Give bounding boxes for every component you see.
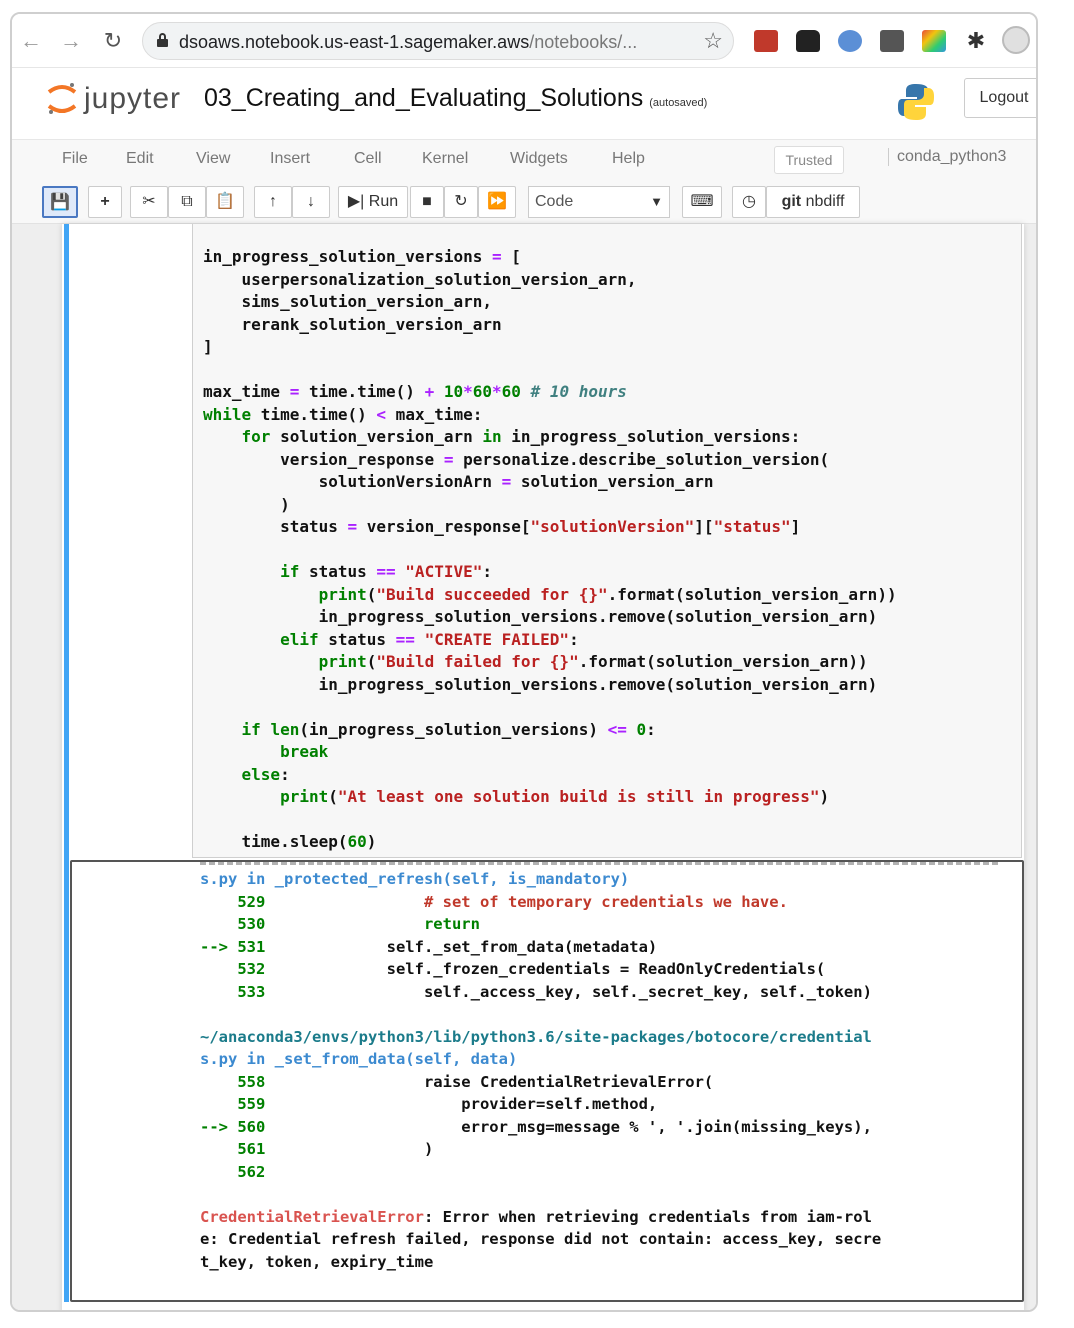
- menu-view[interactable]: View: [196, 150, 230, 168]
- traceback-line: 529 # set of temporary credentials we ha…: [237, 892, 788, 911]
- forward-arrow-icon[interactable]: →: [58, 28, 84, 54]
- bookmark-star-icon[interactable]: ☆: [703, 28, 723, 54]
- traceback-line: 532 self._frozen_credentials = ReadOnlyC…: [237, 960, 826, 978]
- traceback-line: --> 560 error_msg=message % ', '.join(mi…: [200, 1117, 872, 1136]
- menu-kernel[interactable]: Kernel: [422, 150, 468, 168]
- logout-button[interactable]: Logout: [964, 78, 1036, 118]
- traceback-line: s.py in _protected_refresh(self, is_mand…: [200, 870, 630, 888]
- code-line: max_time = time.time() + 10*60*60 # 10 h…: [203, 382, 627, 401]
- code-line: print("Build succeeded for {}".format(so…: [318, 584, 897, 604]
- code-line: if status == "ACTIVE":: [280, 562, 492, 581]
- copy-icon[interactable]: ⧉: [168, 186, 206, 218]
- traceback-line: 559 provider=self.method,: [237, 1095, 658, 1113]
- browser-window: ← → ↻ dsoaws.notebook.us-east-1.sagemake…: [10, 12, 1038, 1312]
- back-arrow-icon[interactable]: ←: [18, 28, 44, 54]
- code-line: version_response = personalize.describe_…: [203, 449, 830, 469]
- trusted-indicator[interactable]: Trusted: [774, 146, 844, 174]
- extension-color-icon[interactable]: [922, 30, 946, 52]
- code-line: for solution_version_arn in in_progress_…: [241, 427, 801, 446]
- traceback-line: ~/anaconda3/envs/python3/lib/python3.6/s…: [200, 1027, 872, 1046]
- traceback-line: 562: [237, 1162, 266, 1181]
- menu-widgets[interactable]: Widgets: [510, 150, 568, 168]
- selected-cell-indicator: [64, 224, 69, 1302]
- code-line: sims_solution_version_arn,: [203, 292, 492, 311]
- traceback-line: --> 531 self._set_from_data(metadata): [200, 937, 658, 956]
- code-line: in_progress_solution_versions.remove(sol…: [203, 607, 878, 626]
- move-up-icon[interactable]: ↑: [254, 186, 292, 218]
- traceback-line: s.py in _set_from_data(self, data): [200, 1050, 518, 1068]
- notebook-title[interactable]: 03_Creating_and_Evaluating_Solutions (aut…: [204, 84, 707, 113]
- reload-icon[interactable]: ↻: [100, 28, 126, 54]
- browser-toolbar: ← → ↻ dsoaws.notebook.us-east-1.sagemake…: [12, 14, 1036, 68]
- code-line: time.sleep(60): [203, 832, 377, 851]
- traceback-line: 558 raise CredentialRetrievalError(: [237, 1072, 714, 1091]
- keyboard-icon[interactable]: ⌨: [682, 186, 722, 218]
- code-line: if len(in_progress_solution_versions) <=…: [241, 719, 656, 739]
- python-logo-icon: [898, 84, 934, 120]
- nbdiff-label: nbdiff: [805, 193, 845, 210]
- code-line: status = version_response["solutionVersi…: [203, 517, 801, 536]
- save-icon[interactable]: 💾: [42, 186, 78, 218]
- extension-ghost-icon[interactable]: [796, 30, 820, 52]
- code-cell-input[interactable]: in_progress_solution_versions = [ userpe…: [192, 224, 1022, 858]
- jupyter-header: jupyter 03_Creating_and_Evaluating_Solut…: [12, 68, 1036, 140]
- run-label: Run: [368, 193, 399, 210]
- code-line: while time.time() < max_time:: [203, 404, 483, 424]
- url-text: dsoaws.notebook.us-east-1.sagemaker.aws/…: [179, 32, 638, 52]
- chevron-down-icon: ▼: [650, 194, 663, 209]
- menu-cell[interactable]: Cell: [354, 150, 382, 168]
- code-editor[interactable]: in_progress_solution_versions = [ userpe…: [203, 246, 897, 854]
- menu-insert[interactable]: Insert: [270, 150, 310, 168]
- cell-type-select[interactable]: Code ▼: [528, 186, 670, 218]
- menu-edit[interactable]: Edit: [126, 150, 154, 168]
- run-button[interactable]: ▶| Run: [338, 186, 408, 218]
- extension-red-icon[interactable]: [754, 30, 778, 52]
- code-line: print("At least one solution build is st…: [280, 787, 830, 806]
- move-down-icon[interactable]: ↓: [292, 186, 330, 218]
- code-line: break: [280, 742, 329, 761]
- cell-output-traceback: s.py in _protected_refresh(self, is_mand…: [70, 860, 1024, 1302]
- notebook-container: in_progress_solution_versions = [ userpe…: [12, 224, 1036, 1310]
- autosave-status: (autosaved): [649, 97, 708, 109]
- code-line: in_progress_solution_versions.remove(sol…: [203, 674, 878, 694]
- extension-camera-icon[interactable]: [880, 30, 904, 52]
- cut-icon[interactable]: ✂: [130, 186, 168, 218]
- traceback-line: 530 return: [237, 915, 480, 933]
- menu-file[interactable]: File: [62, 150, 88, 168]
- paste-icon[interactable]: 📋: [206, 186, 244, 218]
- code-line: in_progress_solution_versions = [: [203, 247, 521, 266]
- traceback-text: s.py in _protected_refresh(self, is_mand…: [200, 868, 881, 1273]
- traceback-line: 561 ): [237, 1140, 434, 1158]
- code-line: rerank_solution_version_arn: [203, 314, 502, 334]
- profile-avatar-icon[interactable]: [1002, 26, 1030, 54]
- insert-cell-icon[interactable]: +: [88, 186, 122, 218]
- address-bar[interactable]: dsoaws.notebook.us-east-1.sagemaker.aws/…: [142, 22, 734, 60]
- interrupt-icon[interactable]: ■: [410, 186, 444, 218]
- error-message-line: CredentialRetrievalError: Error when ret…: [200, 1207, 872, 1226]
- traceback-line: 533 self._access_key, self._secret_key, …: [237, 982, 872, 1001]
- puzzle-icon[interactable]: ✱: [964, 30, 988, 52]
- jupyter-logo-icon[interactable]: [46, 80, 78, 118]
- code-line: userpersonalization_solution_version_arn…: [203, 269, 637, 289]
- menu-help[interactable]: Help: [612, 150, 645, 168]
- error-message-line: t_key, token, expiry_time: [200, 1252, 434, 1271]
- menubar: File Edit View Insert Cell Kernel Widget…: [12, 140, 1036, 178]
- truncated-output-edge: [200, 862, 1000, 865]
- code-line: elif status == "CREATE FAILED":: [280, 629, 579, 649]
- code-line: solutionVersionArn = solution_version_ar…: [203, 472, 714, 491]
- lock-icon: [157, 33, 168, 47]
- restart-icon[interactable]: ↻: [444, 186, 478, 218]
- notebook-toolbar: 💾 + ✂ ⧉ 📋 ↑ ↓ ▶| Run ■ ↻ ⏩ Code ▼ ⌨ ◷ git…: [12, 178, 1036, 224]
- restart-run-all-icon[interactable]: ⏩: [478, 186, 516, 218]
- code-line: print("Build failed for {}".format(solut…: [318, 652, 868, 671]
- history-icon[interactable]: ◷: [732, 186, 766, 218]
- code-line: ): [203, 494, 290, 514]
- error-message-line: e: Credential refresh failed, response d…: [200, 1230, 882, 1248]
- extension-shield-icon[interactable]: [838, 30, 862, 52]
- code-line: else:: [241, 764, 290, 784]
- nbdiff-button[interactable]: git nbdiff: [766, 186, 860, 218]
- kernel-name[interactable]: conda_python3: [888, 148, 1006, 166]
- code-line: ]: [203, 337, 213, 356]
- jupyter-brand[interactable]: jupyter: [84, 82, 181, 116]
